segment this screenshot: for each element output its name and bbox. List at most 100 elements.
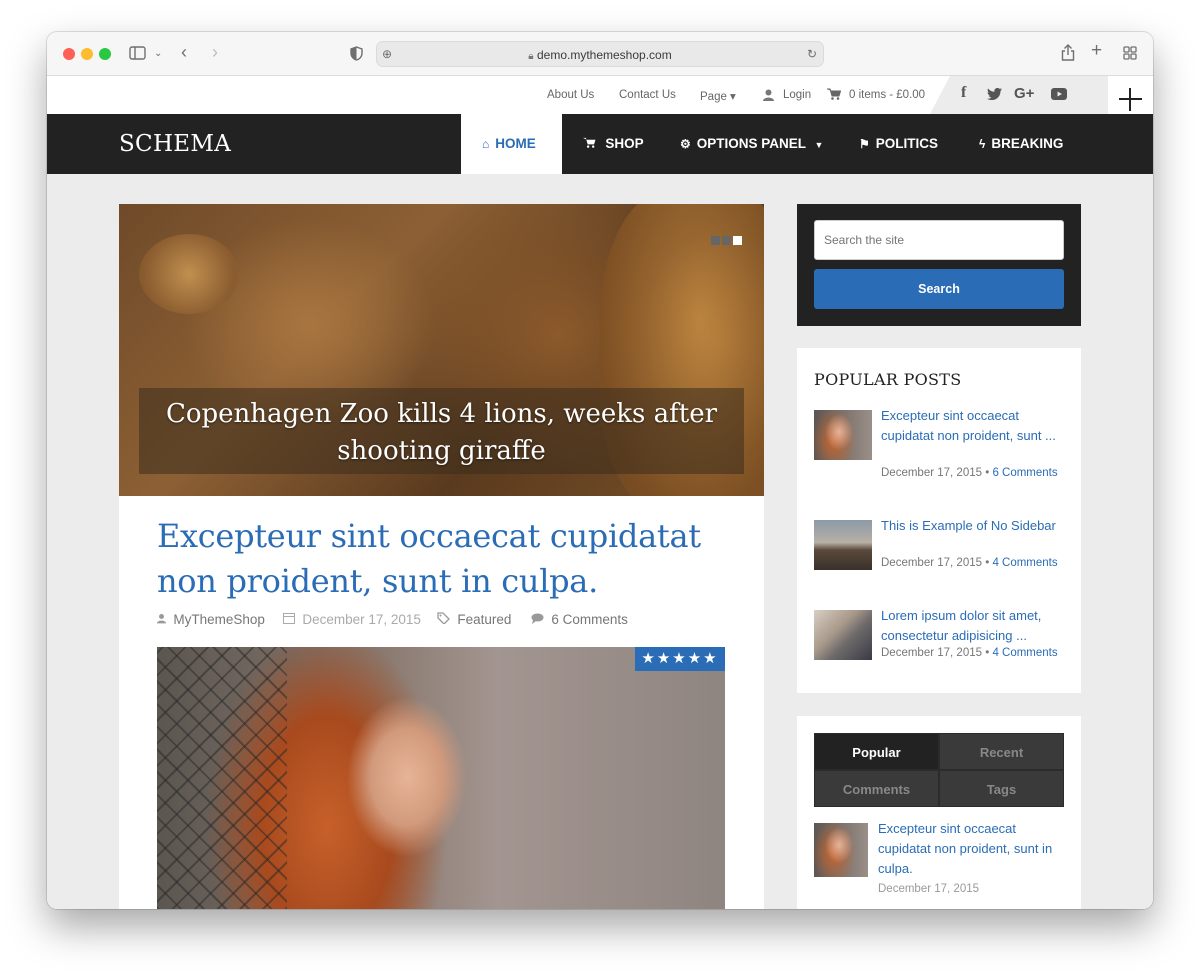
post-thumbnail[interactable] bbox=[814, 410, 872, 460]
nav-item-breaking-label: BREAKING bbox=[991, 136, 1064, 151]
calendar-icon bbox=[283, 613, 298, 627]
popular-post-title[interactable]: Lorem ipsum dolor sit amet, consectetur … bbox=[881, 606, 1066, 646]
contact-us-link[interactable]: Contact Us bbox=[619, 89, 676, 101]
popular-post-title[interactable]: This is Example of No Sidebar bbox=[881, 516, 1066, 536]
popular-post-date: December 17, 2015 bbox=[881, 647, 983, 659]
popular-post-date: December 17, 2015 bbox=[881, 557, 983, 569]
post-thumbnail[interactable] bbox=[814, 610, 872, 660]
post-comments[interactable]: 6 Comments bbox=[531, 612, 628, 627]
nav-item-home[interactable]: ⌂ HOME bbox=[482, 136, 536, 151]
popular-post-comments[interactable]: 6 Comments bbox=[992, 467, 1057, 479]
google-plus-icon[interactable]: G+ bbox=[1014, 85, 1034, 102]
popular-post-title[interactable]: Excepteur sint occaecat cupidatat non pr… bbox=[881, 406, 1066, 446]
tab-post-title[interactable]: Excepteur sint occaecat cupidatat non pr… bbox=[878, 819, 1063, 879]
search-button[interactable]: Search bbox=[814, 269, 1064, 309]
post-comments-label: 6 Comments bbox=[551, 612, 628, 627]
top-bar: About Us Contact Us Page ▾ Login 0 items… bbox=[47, 76, 1153, 114]
tab-overview-icon[interactable] bbox=[1123, 46, 1137, 64]
post-date-label: December 17, 2015 bbox=[302, 612, 421, 627]
privacy-shield-icon[interactable] bbox=[350, 46, 363, 65]
nav-item-politics-label: POLITICS bbox=[875, 136, 939, 151]
fence-detail bbox=[157, 647, 287, 909]
bolt-icon: ϟ bbox=[979, 137, 986, 151]
popular-post-meta: December 17, 2015 • 4 Comments bbox=[881, 647, 1058, 659]
nav-item-home-label: HOME bbox=[495, 136, 536, 151]
cart-icon bbox=[827, 88, 842, 103]
new-tab-icon[interactable]: + bbox=[1091, 41, 1102, 60]
post-thumbnail[interactable] bbox=[814, 823, 868, 877]
url-text: 🔒︎ demo.mythemeshop.com bbox=[377, 48, 823, 62]
cart-icon bbox=[583, 137, 599, 151]
slider-dot-active[interactable] bbox=[733, 236, 742, 245]
facebook-icon[interactable]: f bbox=[961, 84, 966, 102]
widget-title: POPULAR POSTS bbox=[814, 370, 962, 389]
tab-comments[interactable]: Comments bbox=[814, 770, 939, 807]
slider-dot[interactable] bbox=[711, 236, 720, 245]
post-title[interactable]: Excepteur sint occaecat cupidatat non pr… bbox=[157, 514, 747, 604]
forward-icon[interactable]: › bbox=[212, 43, 218, 61]
user-icon bbox=[157, 613, 169, 627]
address-bar[interactable]: ⊕ 🔒︎ demo.mythemeshop.com ↻ bbox=[376, 41, 824, 67]
nav-item-options-label: OPTIONS PANEL bbox=[696, 136, 806, 151]
slider-image-detail bbox=[139, 234, 239, 314]
twitter-icon[interactable] bbox=[987, 87, 1002, 103]
url-label: demo.mythemeshop.com bbox=[536, 48, 672, 62]
search-input[interactable] bbox=[814, 220, 1064, 260]
popular-post-date: December 17, 2015 bbox=[881, 467, 983, 479]
back-icon[interactable]: ‹ bbox=[181, 43, 187, 61]
sidebar-toggle-icon[interactable] bbox=[129, 46, 146, 64]
post-date: December 17, 2015 bbox=[283, 612, 421, 627]
home-icon: ⌂ bbox=[482, 137, 490, 151]
nav-item-shop[interactable]: SHOP bbox=[583, 136, 644, 151]
slider-caption[interactable]: Copenhagen Zoo kills 4 lions, weeks afte… bbox=[139, 396, 744, 470]
post-featured-image[interactable]: ★★★★★ bbox=[157, 647, 725, 909]
cart-link[interactable]: 0 items - £0.00 bbox=[849, 89, 925, 101]
web-page: About Us Contact Us Page ▾ Login 0 items… bbox=[47, 76, 1153, 909]
post-thumbnail[interactable] bbox=[814, 520, 872, 570]
user-icon bbox=[763, 89, 774, 104]
zoom-window-button[interactable] bbox=[99, 48, 111, 60]
post-author[interactable]: MyThemeShop bbox=[157, 612, 265, 627]
post-category[interactable]: Featured bbox=[437, 612, 511, 627]
popular-posts-widget: POPULAR POSTS Excepteur sint occaecat cu… bbox=[797, 348, 1081, 693]
youtube-icon[interactable] bbox=[1051, 87, 1067, 103]
minimize-window-button[interactable] bbox=[81, 48, 93, 60]
reload-icon[interactable]: ↻ bbox=[807, 46, 817, 62]
nav-item-options-panel[interactable]: ⚙ OPTIONS PANEL ▼ bbox=[680, 136, 823, 151]
gears-icon: ⚙ bbox=[680, 137, 691, 151]
main-navigation: SCHEMA ⌂ HOME SHOP ⚙ OPTIONS PANEL ▼ ⚑ POLI… bbox=[47, 114, 1153, 174]
tab-popular[interactable]: Popular bbox=[814, 733, 939, 770]
comments-icon bbox=[531, 613, 547, 627]
share-icon[interactable] bbox=[1061, 44, 1075, 65]
flag-icon: ⚑ bbox=[859, 137, 870, 151]
tags-icon bbox=[437, 612, 453, 627]
tab-tags[interactable]: Tags bbox=[939, 770, 1064, 807]
about-us-link[interactable]: About Us bbox=[547, 89, 594, 101]
featured-slider[interactable]: Copenhagen Zoo kills 4 lions, weeks afte… bbox=[119, 204, 764, 496]
slider-dot[interactable] bbox=[722, 236, 731, 245]
site-logo[interactable]: SCHEMA bbox=[119, 131, 231, 157]
caret-down-icon: ▼ bbox=[814, 140, 824, 150]
slider-caption-box: Copenhagen Zoo kills 4 lions, weeks afte… bbox=[139, 388, 744, 474]
social-bar: f G+ bbox=[930, 76, 1108, 114]
tab-post-date: December 17, 2015 bbox=[878, 883, 980, 895]
close-window-button[interactable] bbox=[63, 48, 75, 60]
post-category-label: Featured bbox=[457, 612, 512, 627]
nav-item-politics[interactable]: ⚑ POLITICS bbox=[859, 136, 938, 151]
chevron-down-icon[interactable]: ⌄ bbox=[154, 46, 162, 62]
plus-icon-vertical bbox=[1129, 88, 1131, 111]
popular-post-comments[interactable]: 4 Comments bbox=[992, 647, 1057, 659]
nav-item-shop-label: SHOP bbox=[605, 136, 644, 151]
tabs-widget: Popular Recent Comments Tags Excepteur s… bbox=[797, 716, 1081, 909]
popular-post-comments[interactable]: 4 Comments bbox=[992, 557, 1057, 569]
browser-toolbar: ⌄ ‹ › ⊕ 🔒︎ demo.mythemeshop.com ↻ + bbox=[47, 32, 1153, 76]
main-content: Copenhagen Zoo kills 4 lions, weeks afte… bbox=[119, 204, 764, 909]
popular-post-meta: December 17, 2015 • 6 Comments bbox=[881, 467, 1058, 479]
widget-tabs: Popular Recent Comments Tags bbox=[814, 733, 1064, 807]
tab-recent[interactable]: Recent bbox=[939, 733, 1064, 770]
nav-item-breaking[interactable]: ϟ BREAKING bbox=[979, 136, 1063, 151]
search-widget: Search bbox=[797, 204, 1081, 326]
page-menu-link[interactable]: Page ▾ bbox=[700, 89, 736, 103]
login-link[interactable]: Login bbox=[783, 89, 811, 101]
rating-stars: ★★★★★ bbox=[635, 647, 725, 671]
